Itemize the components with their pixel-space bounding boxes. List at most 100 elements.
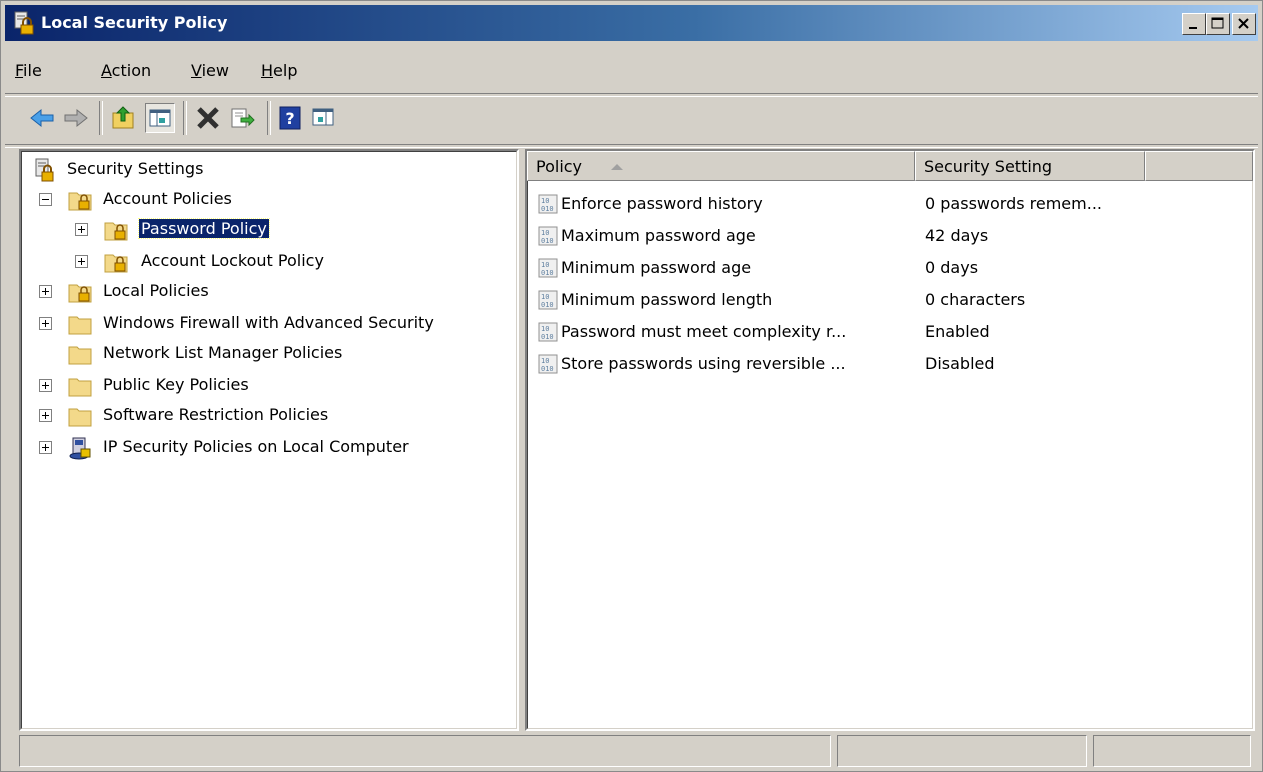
svg-text:010: 010 xyxy=(541,237,554,245)
policy-setting: 0 days xyxy=(925,258,979,277)
policy-setting: Disabled xyxy=(925,354,995,373)
menu-action[interactable]: Action xyxy=(101,61,151,80)
list-row-enforce-password-history[interactable]: 10 010 Enforce password history 0 passwor… xyxy=(527,189,1253,221)
tree-item-software-restriction[interactable]: Software Restriction Policies xyxy=(29,401,509,431)
expand-toggle[interactable] xyxy=(39,441,52,454)
list-row-reversible-encryption[interactable]: 10 010 Store passwords using reversible .… xyxy=(527,349,1253,381)
expand-toggle[interactable] xyxy=(75,255,88,268)
svg-text:010: 010 xyxy=(541,333,554,341)
tree-item-label: Local Policies xyxy=(103,281,209,300)
expand-toggle[interactable] xyxy=(75,223,88,236)
show-hide-console-tree-button[interactable] xyxy=(145,103,175,133)
tree-item-security-settings[interactable]: Security Settings xyxy=(29,155,509,185)
up-one-level-button[interactable] xyxy=(109,103,139,133)
tree-item-ip-security-policies[interactable]: IP Security Policies on Local Computer xyxy=(29,433,509,463)
policy-setting: 0 passwords remem... xyxy=(925,194,1102,213)
list-row-password-complexity[interactable]: 10 010 Password must meet complexity r...… xyxy=(527,317,1253,349)
collapse-toggle[interactable] xyxy=(39,193,52,206)
svg-text:10: 10 xyxy=(541,293,549,301)
folder-icon xyxy=(68,408,92,427)
tree-item-network-list-manager[interactable]: Network List Manager Policies xyxy=(29,339,509,369)
plus-icon xyxy=(42,382,49,389)
ip-security-computer-icon xyxy=(69,437,91,460)
title-bar[interactable]: Local Security Policy xyxy=(5,5,1258,41)
back-button[interactable] xyxy=(27,103,57,133)
status-bar-section-2 xyxy=(837,735,1087,767)
menu-view[interactable]: View xyxy=(191,61,229,80)
tree-item-label: Windows Firewall with Advanced Security xyxy=(103,313,434,332)
tree-item-label: Software Restriction Policies xyxy=(103,405,329,424)
svg-text:010: 010 xyxy=(541,365,554,373)
expand-toggle[interactable] xyxy=(39,379,52,392)
show-action-pane-button[interactable] xyxy=(309,103,339,133)
toolbar: ? xyxy=(5,97,1258,143)
plus-icon xyxy=(78,226,85,233)
window-title: Local Security Policy xyxy=(41,13,228,32)
security-settings-app-icon xyxy=(14,11,34,35)
policy-setting: Enabled xyxy=(925,322,990,341)
column-header-policy[interactable]: Policy xyxy=(527,151,915,181)
locked-folder-icon xyxy=(104,254,128,273)
minimize-button[interactable] xyxy=(1182,13,1206,35)
policy-name: Maximum password age xyxy=(561,226,756,245)
column-header-label: Policy xyxy=(536,157,583,176)
policy-setting-icon: 10010 xyxy=(538,322,558,342)
export-list-button[interactable] xyxy=(227,103,257,133)
menu-file[interactable]: File xyxy=(15,61,42,80)
minimize-icon xyxy=(1189,27,1197,29)
status-bar-section-1 xyxy=(19,735,831,767)
policy-name: Minimum password age xyxy=(561,258,752,277)
export-list-icon xyxy=(231,108,255,128)
expand-toggle[interactable] xyxy=(39,409,52,422)
tree-item-label: Account Lockout Policy xyxy=(141,251,324,270)
tree-item-label: Network List Manager Policies xyxy=(103,343,343,362)
tree-item-label: Password Policy xyxy=(138,218,270,239)
close-button[interactable] xyxy=(1232,13,1256,35)
minus-icon xyxy=(42,199,49,200)
list-row-minimum-password-age[interactable]: 10 010 Minimum password age 0 days xyxy=(527,253,1253,285)
tree-item-local-policies[interactable]: Local Policies xyxy=(29,277,509,307)
svg-text:10: 10 xyxy=(541,197,549,205)
tree-item-windows-firewall[interactable]: Windows Firewall with Advanced Security xyxy=(29,309,509,339)
plus-icon xyxy=(42,412,49,419)
locked-folder-icon xyxy=(68,284,92,303)
up-folder-icon xyxy=(112,106,134,129)
help-button[interactable]: ? xyxy=(275,103,305,133)
details-list-pane[interactable]: Policy Security Setting 10 010 Enforce pa… xyxy=(525,149,1255,731)
policy-setting-icon: 10010 xyxy=(538,194,558,214)
expand-toggle[interactable] xyxy=(39,317,52,330)
tree-item-password-policy[interactable]: Password Policy xyxy=(29,215,509,245)
delete-button[interactable] xyxy=(193,103,223,133)
expand-toggle[interactable] xyxy=(39,285,52,298)
folder-icon xyxy=(68,378,92,397)
policy-name: Store passwords using reversible ... xyxy=(561,354,846,373)
column-header-empty[interactable] xyxy=(1145,151,1253,181)
forward-button[interactable] xyxy=(61,103,91,133)
tree-item-account-lockout-policy[interactable]: Account Lockout Policy xyxy=(29,247,509,277)
show-action-pane-icon xyxy=(312,108,334,126)
console-tree-pane[interactable]: Security Settings Account Policies Passw… xyxy=(19,149,519,731)
maximize-icon xyxy=(1211,17,1224,29)
folder-icon xyxy=(68,316,92,335)
forward-arrow-icon xyxy=(64,108,88,128)
menu-help[interactable]: Help xyxy=(261,61,297,80)
svg-text:010: 010 xyxy=(541,301,554,309)
plus-icon xyxy=(78,258,85,265)
security-settings-icon xyxy=(35,158,54,182)
list-header: Policy Security Setting xyxy=(527,151,1253,181)
tree-item-label: Public Key Policies xyxy=(103,375,249,394)
column-header-security-setting[interactable]: Security Setting xyxy=(915,151,1145,181)
list-row-maximum-password-age[interactable]: 10 010 Maximum password age 42 days xyxy=(527,221,1253,253)
show-hide-console-tree-icon xyxy=(149,109,171,127)
back-arrow-icon xyxy=(30,108,54,128)
tree-item-public-key-policies[interactable]: Public Key Policies xyxy=(29,371,509,401)
column-header-label: Security Setting xyxy=(924,157,1053,176)
policy-setting-icon: 10010 xyxy=(538,290,558,310)
tree-item-account-policies[interactable]: Account Policies xyxy=(29,185,509,215)
svg-text:10: 10 xyxy=(541,229,549,237)
list-row-minimum-password-length[interactable]: 10 010 Minimum password length 0 characte… xyxy=(527,285,1253,317)
plus-icon xyxy=(42,444,49,451)
locked-folder-icon xyxy=(104,222,128,241)
help-icon: ? xyxy=(279,106,301,130)
maximize-button[interactable] xyxy=(1206,13,1230,35)
